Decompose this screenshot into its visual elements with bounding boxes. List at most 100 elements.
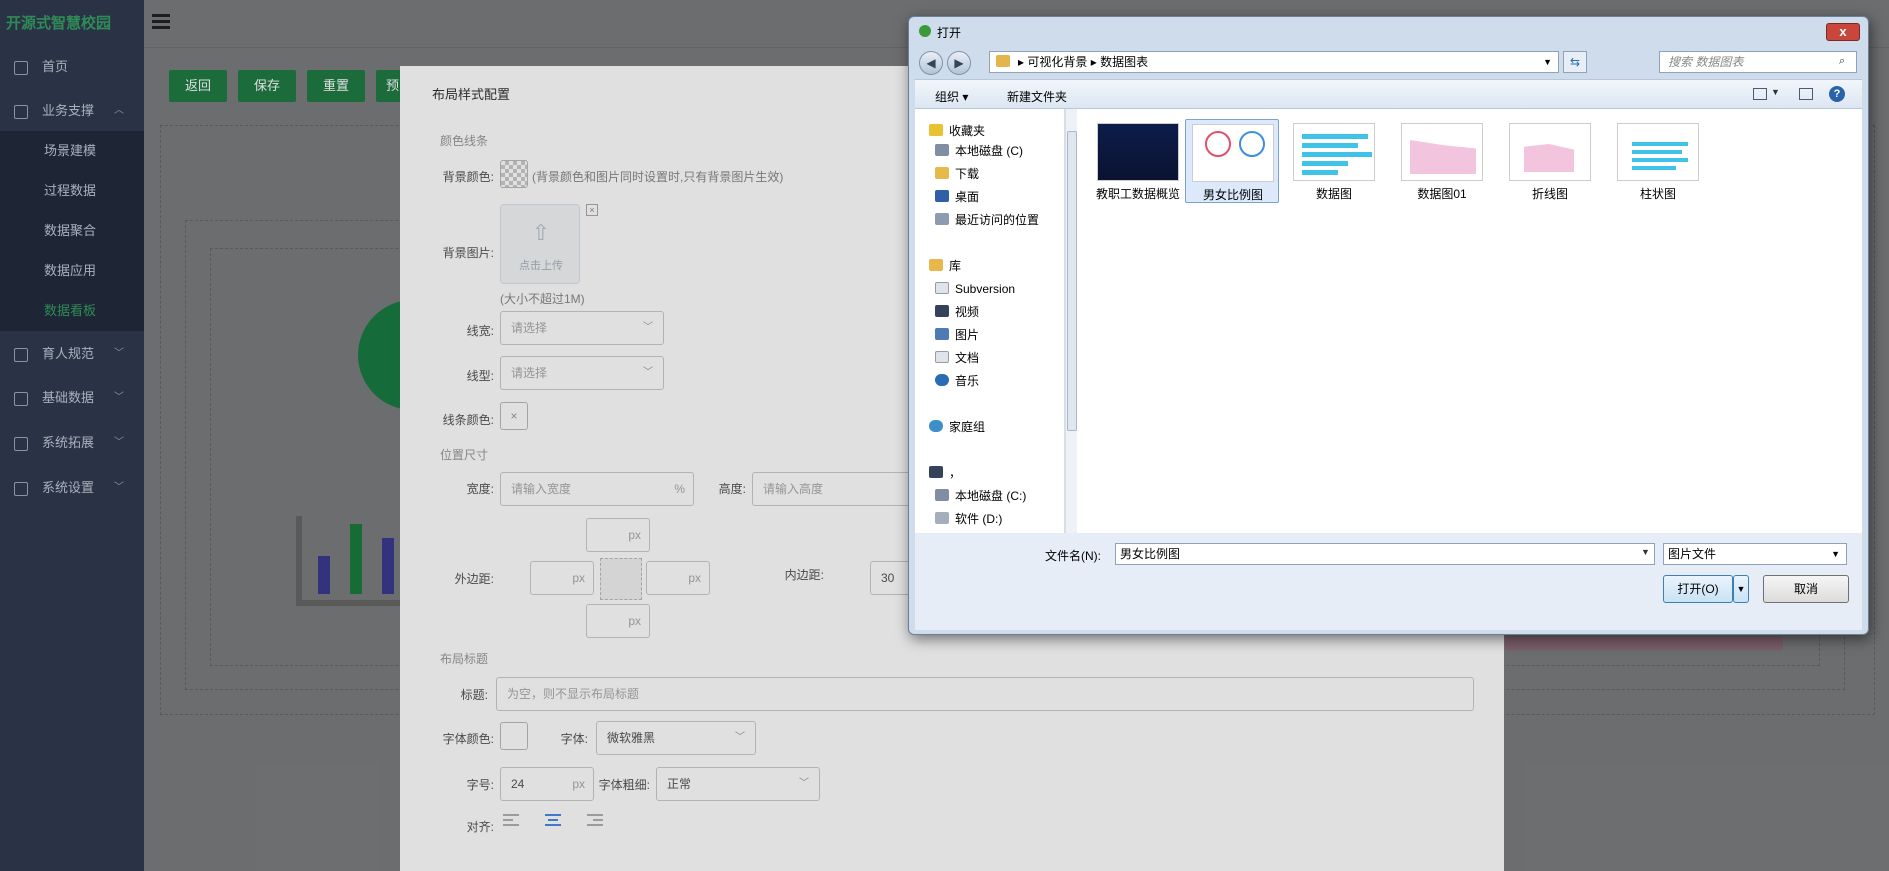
drive-icon (935, 144, 949, 156)
menu-toggle-icon[interactable] (152, 14, 170, 30)
select-value: 图片文件 (1668, 547, 1717, 561)
tree-item[interactable]: 下载 (935, 166, 979, 182)
breadcrumb-item[interactable]: 可视化背景 (1027, 55, 1087, 69)
sidebar-subitem-aggregate[interactable]: 数据聚合 (0, 211, 144, 251)
sidebar-item-settings[interactable]: 系统设置 ﹀ (0, 468, 144, 508)
chevron-down-icon: ﹀ (735, 732, 745, 743)
tree-item[interactable]: 库 (929, 258, 961, 274)
chevron-down-icon[interactable]: ▼ (1641, 547, 1650, 557)
file-item[interactable]: 数据图01 (1395, 119, 1489, 203)
width-input[interactable]: 请输入宽度% (500, 472, 694, 506)
margin-right-input[interactable]: px (646, 561, 710, 595)
open-button[interactable]: 打开(O) (1663, 575, 1733, 603)
upload-area[interactable]: ⇧ 点击上传 (500, 204, 580, 284)
tree-item[interactable]: 本地磁盘 (C:) (935, 488, 1026, 504)
help-icon[interactable]: ? (1829, 86, 1845, 102)
sidebar-item-education[interactable]: 育人规范 ﹀ (0, 334, 144, 374)
margin-left-input[interactable]: px (530, 561, 594, 595)
new-folder-button[interactable]: 新建文件夹 (1007, 88, 1067, 105)
tree-item[interactable]: 图片 (935, 327, 979, 343)
file-item[interactable]: 数据图 (1287, 119, 1381, 203)
tree-item[interactable]: 桌面 (935, 189, 979, 205)
tree-item[interactable]: 音乐 (935, 373, 979, 389)
sidebar-item-basedata[interactable]: 基础数据 ﹀ (0, 378, 144, 418)
tree-item[interactable]: ， (929, 465, 961, 481)
remove-image-icon[interactable]: × (586, 204, 598, 216)
align-center-icon[interactable] (544, 812, 562, 828)
search-input[interactable]: 搜索 数据图表 (1659, 51, 1857, 73)
extension-icon (14, 436, 28, 451)
chevron-down-icon[interactable]: ▼ (1771, 87, 1780, 97)
file-item[interactable]: 柱状图 (1611, 119, 1705, 203)
tree-item[interactable]: 收藏夹 (929, 123, 985, 139)
tree-item-label: 本地磁盘 (C:) (955, 489, 1027, 503)
line-width-select[interactable]: 请选择 ﹀ (500, 311, 664, 345)
organize-button[interactable]: 组织 ▾ (935, 88, 968, 105)
tree-item[interactable]: Subversion (935, 281, 1015, 297)
back-nav-button[interactable]: ◀ (919, 51, 943, 75)
filetype-select[interactable]: 图片文件 ▼ (1663, 543, 1847, 565)
bg-color-picker[interactable] (500, 160, 528, 188)
select-value: 微软雅黑 (607, 731, 656, 745)
tree-item[interactable]: 视频 (935, 304, 979, 320)
font-weight-label: 字体粗细: (598, 778, 650, 792)
font-select[interactable]: 微软雅黑 ﹀ (596, 721, 756, 755)
font-label: 字体: (560, 732, 588, 746)
height-label: 高度: (718, 482, 746, 496)
line-type-select[interactable]: 请选择 ﹀ (500, 356, 664, 390)
font-size-input[interactable]: 24 px (500, 767, 594, 801)
sidebar-subitem-application[interactable]: 数据应用 (0, 251, 144, 291)
sidebar-subitem-dashboard[interactable]: 数据看板 (0, 291, 144, 331)
dialog-title: 布局样式配置 (432, 87, 511, 102)
scroll-thumb[interactable] (1067, 131, 1077, 431)
close-button[interactable]: x (1826, 23, 1860, 41)
search-icon[interactable]: ⌕ (1839, 55, 1851, 67)
open-options-dropdown[interactable]: ▼ (1733, 575, 1749, 603)
tree-item[interactable]: 文档 (935, 350, 979, 366)
margin-bottom-input[interactable]: px (586, 604, 650, 638)
breadcrumb-item[interactable]: 数据图表 (1100, 55, 1148, 69)
forward-nav-button[interactable]: ▶ (947, 51, 971, 75)
app-logo: 开源式智慧校园 (6, 15, 112, 32)
file-item[interactable]: 折线图 (1503, 119, 1597, 203)
back-button[interactable]: 返回 (169, 70, 228, 102)
refresh-icon[interactable]: ⇆ (1563, 51, 1587, 73)
file-item-selected[interactable]: 男女比例图 (1185, 119, 1279, 203)
address-bar[interactable]: ▸ 可视化背景 ▸ 数据图表 ▼ (989, 51, 1559, 73)
file-thumbnail (1097, 123, 1179, 181)
save-button[interactable]: 保存 (238, 70, 297, 102)
file-name: 柱状图 (1639, 187, 1676, 201)
title-input[interactable]: 为空，则不显示布局标题 (496, 677, 1474, 711)
chevron-down-icon: ▼ (1831, 549, 1840, 559)
dropdown-arrow-icon[interactable]: ▼ (1543, 52, 1552, 72)
input-placeholder: 为空，则不显示布局标题 (507, 687, 640, 701)
font-color-picker[interactable] (500, 722, 528, 750)
reset-button[interactable]: 重置 (307, 70, 366, 102)
file-item[interactable]: 教职工数据概览 (1091, 119, 1185, 203)
sidebar-subitem-scene[interactable]: 场景建模 (0, 131, 144, 171)
sidebar-subitem-process[interactable]: 过程数据 (0, 171, 144, 211)
sidebar-item-home[interactable]: 首页 (0, 47, 144, 87)
align-left-icon[interactable] (502, 812, 520, 828)
line-color-picker[interactable]: × (500, 402, 528, 430)
cancel-button[interactable]: 取消 (1763, 575, 1849, 603)
sidebar-item-business[interactable]: 业务支撑 ︿ (0, 91, 144, 131)
margin-top-input[interactable]: px (586, 518, 650, 552)
filename-label: 文件名(N): (1045, 549, 1101, 563)
height-input[interactable]: 请输入高度 (752, 472, 912, 506)
bg-color-hint: (背景颜色和图片同时设置时,只有背景图片生效) (532, 170, 784, 184)
unit-suffix: px (628, 614, 641, 628)
filename-input[interactable]: 男女比例图 (1115, 543, 1655, 565)
tree-item[interactable]: 软件 (D:) (935, 511, 1002, 527)
preview-pane-icon[interactable] (1799, 88, 1813, 100)
tree-item[interactable]: 最近访问的位置 (935, 212, 1039, 228)
tree-item[interactable]: 本地磁盘 (C) (935, 143, 1023, 159)
font-weight-select[interactable]: 正常 ﹀ (656, 767, 820, 801)
tree-item[interactable]: 家庭组 (929, 419, 985, 435)
sidebar-item-extension[interactable]: 系统拓展 ﹀ (0, 423, 144, 463)
dialog-titlebar: 打开 x (909, 17, 1868, 45)
sidebar-item-label: 首页 (42, 59, 69, 74)
view-options-icon[interactable] (1753, 88, 1767, 100)
tree-scrollbar[interactable] (1065, 109, 1077, 533)
align-right-icon[interactable] (586, 812, 604, 828)
